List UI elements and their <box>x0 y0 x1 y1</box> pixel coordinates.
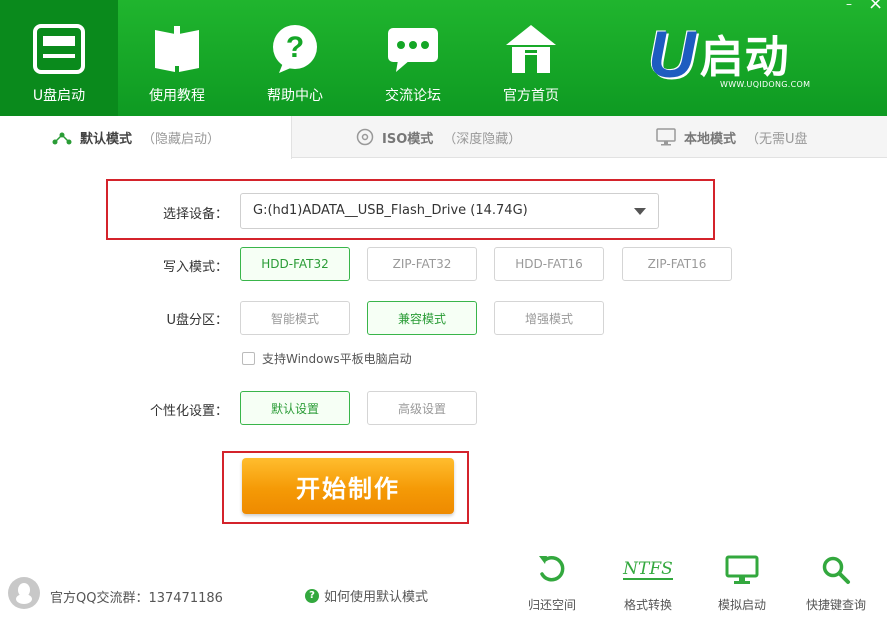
app-header: U盘启动 使用教程 ? 帮助中心 交流论坛 官方首页 U 启动 WWW.UQID… <box>0 0 887 116</box>
tool-label: 格式转换 <box>623 598 672 612</box>
tool-hotkey-lookup[interactable]: 快捷键查询 <box>796 552 876 618</box>
nav-help-center[interactable]: ? 帮助中心 <box>236 0 354 116</box>
nav-tutorial[interactable]: 使用教程 <box>118 0 236 116</box>
partition-compatible[interactable]: 兼容模式 <box>367 301 477 335</box>
logo-letter: U <box>648 17 696 91</box>
qq-group-text: 官方QQ交流群：137471186 <box>50 591 223 606</box>
tablet-boot-checkbox[interactable] <box>242 352 255 365</box>
tool-simulate-boot[interactable]: 模拟启动 <box>702 552 782 618</box>
default-settings-button[interactable]: 默认设置 <box>240 391 350 425</box>
monitor-icon <box>725 552 759 588</box>
partition-label: U盘分区： <box>166 313 228 328</box>
device-select-value: G:(hd1)ADATA__USB_Flash_Drive (14.74G) <box>253 203 528 218</box>
advanced-settings-button[interactable]: 高级设置 <box>367 391 477 425</box>
tab-subtitle: （隐藏启动） <box>142 132 221 147</box>
question-icon: ? <box>305 588 319 603</box>
tool-label: 归还空间 <box>527 598 576 612</box>
help-icon: ? <box>268 22 322 76</box>
tool-label: 模拟启动 <box>717 598 766 612</box>
tool-label: 快捷键查询 <box>805 598 866 612</box>
tablet-boot-option[interactable]: 支持Windows平板电脑启动 <box>242 350 412 367</box>
disc-icon <box>356 128 374 146</box>
monitor-icon <box>656 128 676 146</box>
tab-name: 默认模式 <box>80 132 133 147</box>
chevron-down-icon <box>634 208 646 215</box>
logo-text: 启动 <box>699 32 790 83</box>
nav-usb-boot[interactable]: U盘启动 <box>0 0 118 116</box>
tool-restore-space[interactable]: 归还空间 <box>512 552 592 618</box>
svg-text:?: ? <box>286 31 304 64</box>
logo-url: WWW.UQIDONG.COM <box>720 80 811 89</box>
tab-name: 本地模式 <box>684 131 737 147</box>
ntfs-glyph: NTFS <box>623 559 673 580</box>
tab-iso-mode[interactable]: ISO模式 （深度隐藏） <box>356 116 521 158</box>
device-select[interactable]: G:(hd1)ADATA__USB_Flash_Drive (14.74G) <box>240 193 659 229</box>
qq-penguin-icon <box>8 577 40 609</box>
tab-subtitle: （深度隐藏） <box>443 131 522 147</box>
custom-settings-label: 个性化设置： <box>149 404 228 419</box>
write-mode-label: 写入模式： <box>162 260 228 275</box>
restore-icon <box>537 552 567 588</box>
tab-local-mode[interactable]: 本地模式 （无需U盘 <box>656 116 808 158</box>
write-mode-zip-fat16[interactable]: ZIP-FAT16 <box>622 247 732 281</box>
tree-icon <box>52 131 72 145</box>
nav-homepage[interactable]: 官方首页 <box>472 0 590 116</box>
chat-bubble-icon <box>386 22 440 76</box>
nav-label: U盘启动 <box>32 88 86 104</box>
tab-subtitle: （无需U盘 <box>746 131 808 147</box>
tab-default-mode[interactable]: 默认模式 （隐藏启动） <box>0 116 292 159</box>
tablet-boot-label: 支持Windows平板电脑启动 <box>262 352 412 366</box>
write-mode-hdd-fat32[interactable]: HDD-FAT32 <box>240 247 350 281</box>
nav-label: 交流论坛 <box>385 88 441 104</box>
usb-drive-icon <box>32 22 86 76</box>
nav-forum[interactable]: 交流论坛 <box>354 0 472 116</box>
partition-smart[interactable]: 智能模式 <box>240 301 350 335</box>
help-link-text: 如何使用默认模式 <box>324 590 429 605</box>
nav-label: 官方首页 <box>503 88 559 104</box>
start-make-button[interactable]: 开始制作 <box>242 458 454 514</box>
default-mode-help-link[interactable]: ? 如何使用默认模式 <box>305 586 428 605</box>
book-icon <box>150 22 204 76</box>
partition-enhanced[interactable]: 增强模式 <box>494 301 604 335</box>
device-label: 选择设备： <box>162 207 228 222</box>
minimize-button[interactable]: – <box>846 0 860 10</box>
nav-label: 帮助中心 <box>267 88 323 104</box>
home-icon <box>504 22 558 76</box>
tab-name: ISO模式 <box>382 131 434 147</box>
write-mode-zip-fat32[interactable]: ZIP-FAT32 <box>367 247 477 281</box>
ntfs-icon: NTFS <box>623 552 673 588</box>
brand-logo: U 启动 WWW.UQIDONG.COM <box>648 17 848 96</box>
search-icon <box>821 552 851 588</box>
close-button[interactable]: × <box>868 0 886 13</box>
mode-tabs: 默认模式 （隐藏启动） ISO模式 （深度隐藏） 本地模式 （无需U盘 <box>0 116 887 159</box>
write-mode-hdd-fat16[interactable]: HDD-FAT16 <box>494 247 604 281</box>
nav-label: 使用教程 <box>149 88 205 104</box>
tool-format-convert[interactable]: NTFS 格式转换 <box>608 552 688 618</box>
